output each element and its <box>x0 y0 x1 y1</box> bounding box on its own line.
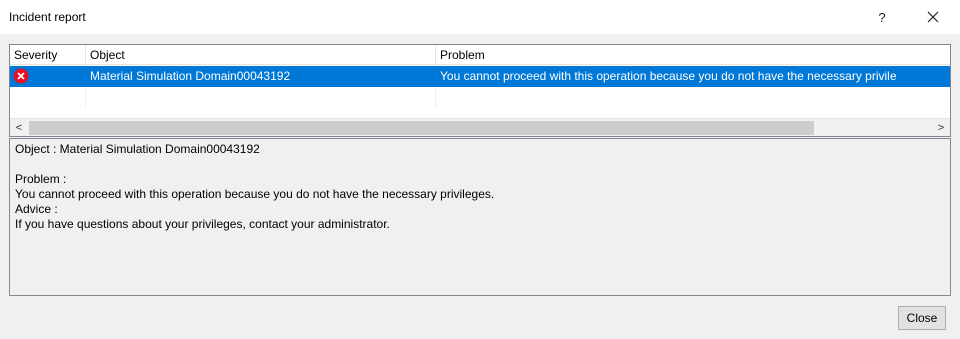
table-row-empty <box>10 87 950 108</box>
scroll-right-arrow[interactable]: > <box>932 119 950 136</box>
title-bar: Incident report ? <box>0 0 960 34</box>
details-advice-label: Advice : <box>15 202 58 216</box>
column-header-severity[interactable]: Severity <box>10 45 86 65</box>
empty-cell <box>86 87 436 108</box>
error-icon <box>13 68 29 84</box>
empty-cell <box>10 87 86 108</box>
window-title: Incident report <box>9 10 86 24</box>
problem-cell: You cannot proceed with this operation b… <box>440 69 897 83</box>
close-icon <box>927 11 939 23</box>
help-button[interactable]: ? <box>870 4 894 30</box>
column-header-problem[interactable]: Problem <box>436 45 950 65</box>
incident-details: Object : Material Simulation Domain00043… <box>9 138 951 296</box>
object-cell: Material Simulation Domain00043192 <box>86 66 436 87</box>
scroll-thumb[interactable] <box>29 121 814 135</box>
table-header: Severity Object Problem <box>10 45 950 65</box>
details-advice-text: If you have questions about your privile… <box>15 217 390 231</box>
column-header-object[interactable]: Object <box>86 45 436 65</box>
horizontal-scrollbar[interactable]: < > <box>10 118 950 136</box>
details-problem-text: You cannot proceed with this operation b… <box>15 187 495 201</box>
dialog-body: Severity Object Problem Material Simulat… <box>0 34 960 339</box>
table-row[interactable]: Material Simulation Domain00043192 You c… <box>10 66 950 87</box>
incident-table: Severity Object Problem Material Simulat… <box>9 44 951 137</box>
details-problem-label: Problem : <box>15 172 67 186</box>
scroll-left-arrow[interactable]: < <box>10 119 28 136</box>
details-object-line: Object : Material Simulation Domain00043… <box>15 142 260 156</box>
close-button[interactable]: Close <box>898 306 946 330</box>
severity-cell <box>10 66 86 87</box>
empty-cell <box>436 87 950 108</box>
close-window-button[interactable] <box>918 4 948 30</box>
details-spacer <box>15 157 945 172</box>
